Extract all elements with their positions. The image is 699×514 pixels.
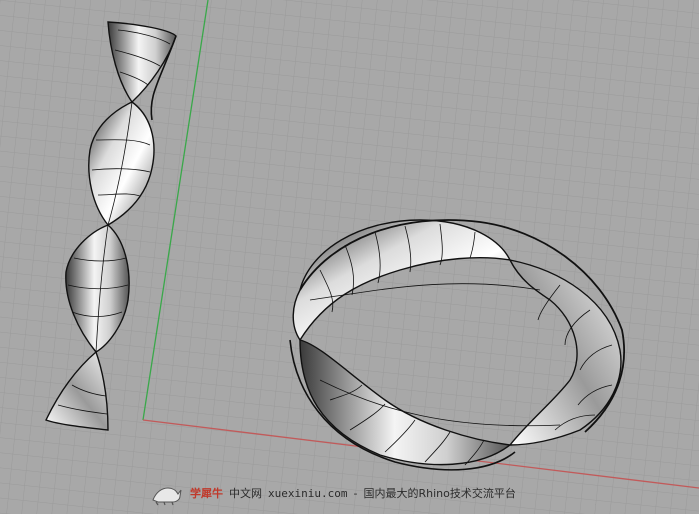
rhino-logo-icon [152,487,182,506]
site-watermark: 学犀牛 中文网 xuexiniu.com - 国内最大的Rhino技术交流平台 [150,480,516,506]
watermark-url: xuexiniu.com [268,486,348,500]
watermark-separator: - [353,486,358,500]
watermark-slogan: 国内最大的Rhino技术交流平台 [363,487,516,500]
watermark-brand: 学犀牛 [190,487,223,500]
rhino-perspective-viewport[interactable]: 学犀牛 中文网 xuexiniu.com - 国内最大的Rhino技术交流平台 [0,0,699,514]
viewport-canvas[interactable] [0,0,699,514]
watermark-site-cn: 中文网 [229,487,262,500]
